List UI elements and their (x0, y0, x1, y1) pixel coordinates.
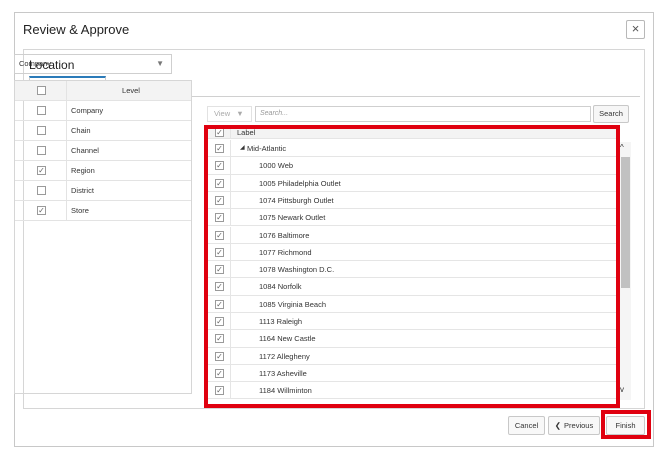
close-icon: × (631, 21, 640, 36)
level-label: District (71, 186, 94, 195)
level-check-cell (15, 141, 67, 160)
finish-button[interactable]: Finish (606, 416, 645, 435)
level-row-channel[interactable]: Channel (15, 141, 191, 161)
chevron-down-icon: ▼ (156, 59, 164, 68)
level-label: Company (71, 106, 104, 115)
level-checkbox-channel[interactable] (37, 146, 46, 155)
level-check-cell (15, 101, 67, 120)
level-checkbox-region[interactable]: ✓ (37, 166, 46, 175)
levels-table: Level Company Chain Channel ✓ Region Dis… (14, 80, 192, 394)
level-checkbox-chain[interactable] (37, 126, 46, 135)
close-button[interactable]: × (626, 20, 645, 39)
level-label: Chain (71, 126, 91, 135)
chevron-down-icon: ▼ (236, 109, 244, 118)
level-checkbox-company[interactable] (37, 106, 46, 115)
previous-label: Previous (564, 421, 594, 430)
level-checkbox-store[interactable]: ✓ (37, 206, 46, 215)
level-row-store[interactable]: ✓ Store (15, 201, 191, 221)
company-select[interactable]: Company ▼ (14, 54, 172, 74)
level-check-cell (15, 181, 67, 200)
view-label: View (214, 109, 231, 118)
levels-header-check-cell (15, 81, 67, 100)
levels-header-row: Level (15, 81, 191, 101)
level-checkbox-district[interactable] (37, 186, 46, 195)
company-select-value: Company (19, 59, 52, 68)
scrollbar-thumb[interactable] (621, 157, 630, 288)
tree-highlight-box (204, 125, 620, 408)
levels-header-label: Level (122, 86, 140, 95)
level-row-region[interactable]: ✓ Region (15, 161, 191, 181)
level-row-chain[interactable]: Chain (15, 121, 191, 141)
select-all-levels-checkbox[interactable] (37, 86, 46, 95)
level-check-cell: ✓ (15, 161, 67, 180)
level-check-cell (15, 121, 67, 140)
level-label: Region (71, 166, 95, 175)
previous-button[interactable]: ❮ Previous (548, 416, 600, 435)
search-input[interactable]: Search... (255, 106, 591, 122)
level-row-district[interactable]: District (15, 181, 191, 201)
scroll-up-icon[interactable]: ^ (620, 143, 624, 152)
dialog-title: Review & Approve (23, 22, 130, 37)
chevron-left-icon: ❮ (554, 421, 562, 430)
view-menu-button[interactable]: View ▼ (207, 106, 252, 122)
search-button[interactable]: Search (593, 105, 629, 123)
level-label: Store (71, 206, 89, 215)
cancel-button[interactable]: Cancel (508, 416, 545, 435)
level-row-company[interactable]: Company (15, 101, 191, 121)
level-check-cell: ✓ (15, 201, 67, 220)
scroll-down-icon[interactable]: v (620, 385, 624, 394)
level-label: Channel (71, 146, 99, 155)
